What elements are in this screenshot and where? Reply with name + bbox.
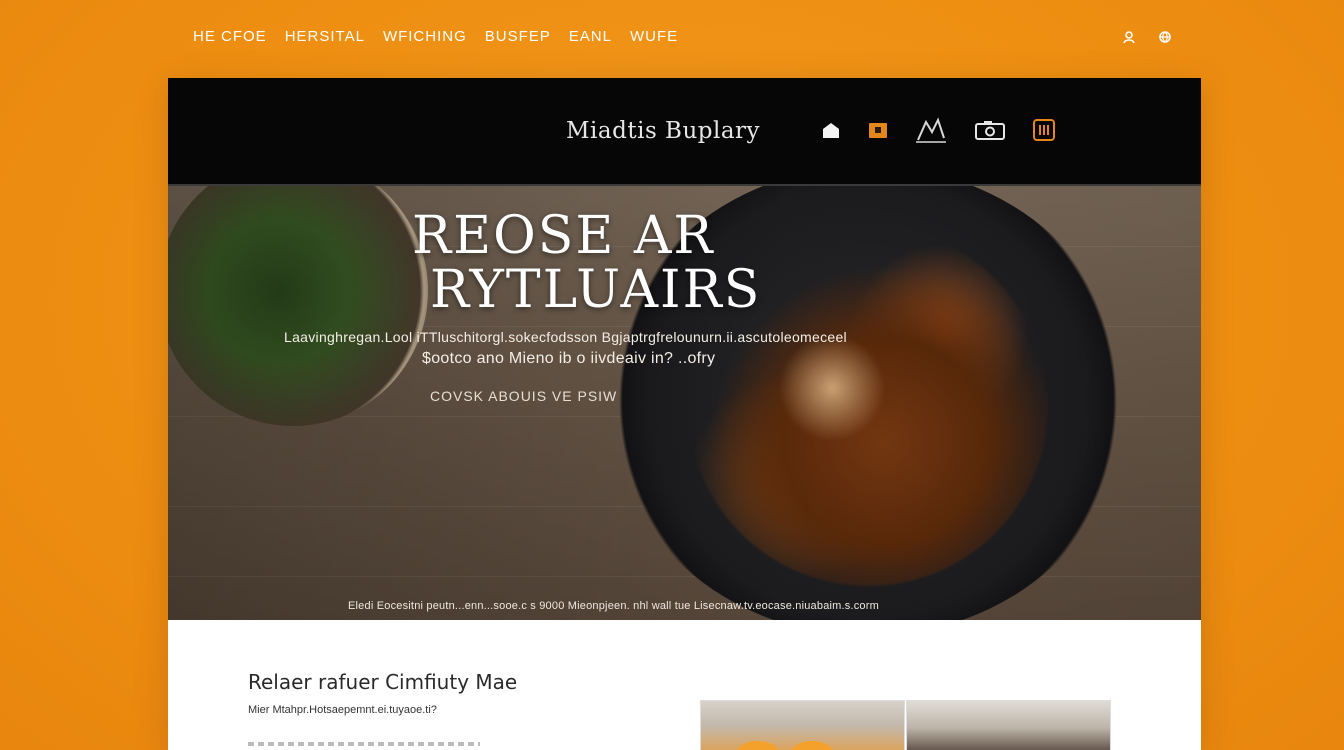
nav-item-4[interactable]: BUSFEP	[485, 28, 551, 45]
hero-banner: REOSE AR RYTLUAIRS Laavinghregan.Lool iT…	[168, 186, 1201, 620]
site-title[interactable]: Miadtis Buplary	[566, 118, 760, 144]
camera-icon[interactable]	[974, 119, 1006, 141]
hero-title-line-1: REOSE AR	[412, 206, 715, 266]
chart-icon[interactable]	[914, 116, 948, 144]
hero-caption: Eledi Eocesitni peutn...enn...sooe.c s 9…	[348, 600, 879, 612]
nav-item-6[interactable]: WUFE	[630, 28, 678, 45]
website-frame: Miadtis Buplary REOSE AR RYTLUAIRS Laavi…	[168, 78, 1201, 750]
hero-subtagline: $ootco ano Mieno ib o iivdeaiv in? ..ofr…	[422, 350, 716, 367]
egg-yolk-image	[789, 741, 835, 750]
nav-item-3[interactable]: WFICHING	[383, 28, 467, 45]
top-icon-group	[1122, 30, 1172, 44]
section-placeholder-text	[248, 742, 480, 746]
hero-title-line-2: RYTLUAIRS	[430, 260, 762, 320]
hero-cta-link[interactable]: COVSK ABOUIS VE PSIW	[430, 388, 617, 404]
nav-item-1[interactable]: HE CFOE	[193, 28, 267, 45]
user-icon[interactable]	[1122, 30, 1136, 44]
menu-icon[interactable]	[1032, 118, 1056, 142]
egg-yolk-image	[735, 741, 781, 750]
home-icon[interactable]	[820, 120, 842, 140]
globe-icon[interactable]	[1158, 30, 1172, 44]
hero-tagline: Laavinghregan.Lool iTTluschitorgl.sokecf…	[284, 329, 847, 345]
calendar-icon[interactable]	[868, 121, 888, 139]
top-navigation: HE CFOE HERSITAL WFICHING BUSFEP EANL WU…	[193, 28, 678, 45]
header-icon-group	[820, 116, 1056, 144]
section-title: Relaer rafuer Cimfiuty Mae	[248, 670, 518, 694]
nav-item-5[interactable]: EANL	[569, 28, 612, 45]
food-thumbnail-1[interactable]	[700, 700, 905, 750]
food-thumbnail-2[interactable]	[906, 700, 1111, 750]
nav-item-2[interactable]: HERSITAL	[285, 28, 365, 45]
section-subtitle: Mier Mtahpr.Hotsaepemnt.ei.tuyaoe.ti?	[248, 704, 437, 716]
site-header: Miadtis Buplary	[168, 78, 1201, 186]
